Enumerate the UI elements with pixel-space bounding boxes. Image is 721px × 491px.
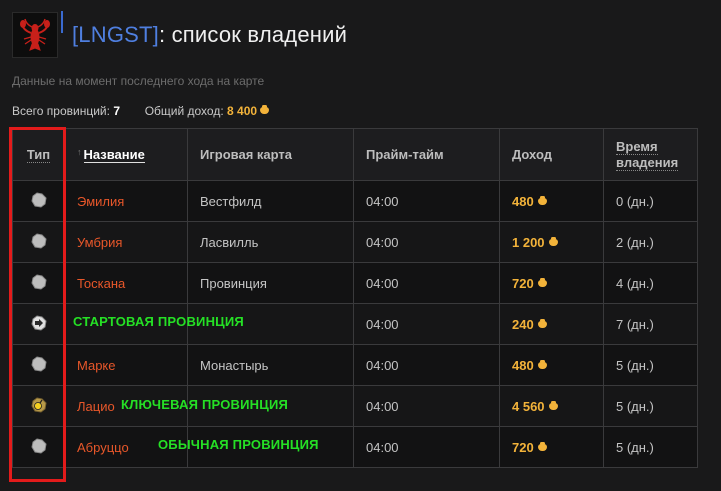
column-header-prime-time[interactable]: Прайм-тайм — [353, 128, 500, 181]
key-province-icon[interactable] — [30, 396, 48, 414]
type-cell — [12, 303, 65, 345]
normal-province-icon[interactable] — [30, 191, 48, 209]
type-cell — [12, 344, 65, 386]
type-cell — [12, 180, 65, 222]
gold-coin-icon — [260, 105, 270, 115]
type-cell — [12, 221, 65, 263]
clan-tag-link[interactable]: [LNGST] — [72, 22, 159, 47]
income-cell: 480 — [499, 344, 604, 386]
column-header-income[interactable]: Доход — [499, 128, 604, 181]
province-name-link[interactable]: Умбрия — [64, 221, 188, 263]
prime-time-cell: 04:00 — [353, 303, 500, 345]
income-cell: 1 200 — [499, 221, 604, 263]
provinces-table-container: Тип ↑ Название Игровая карта Прайм-тайм Д… — [12, 128, 698, 468]
ownership-time-cell: 4 (дн.) — [603, 262, 698, 304]
ownership-time-cell: 2 (дн.) — [603, 221, 698, 263]
normal-province-icon[interactable] — [30, 355, 48, 373]
column-header-ownership-time[interactable]: Время владения — [603, 128, 698, 181]
normal-province-icon[interactable] — [30, 232, 48, 250]
total-provinces-value: 7 — [113, 104, 120, 118]
income-cell: 240 — [499, 303, 604, 345]
start-province-annotation: СТАРТОВАЯ ПРОВИНЦИЯ — [73, 314, 244, 329]
summary-stats: Всего провинций: 7 Общий доход: 8 400 — [12, 104, 270, 118]
total-income-value: 8 400 — [227, 104, 258, 118]
normal-province-icon[interactable] — [30, 273, 48, 291]
game-map-cell: Ласвилль — [187, 221, 354, 263]
province-name-link[interactable]: Эмилия — [64, 180, 188, 222]
game-map-cell: Вестфилд — [187, 180, 354, 222]
income-cell: 720 — [499, 426, 604, 468]
ownership-time-cell: 7 (дн.) — [603, 303, 698, 345]
gold-coin-icon — [537, 359, 547, 369]
gold-coin-icon — [537, 318, 547, 328]
income-cell: 480 — [499, 180, 604, 222]
prime-time-cell: 04:00 — [353, 385, 500, 427]
ownership-time-cell: 5 (дн.) — [603, 344, 698, 386]
income-cell: 4 560 — [499, 385, 604, 427]
gold-coin-icon — [537, 277, 547, 287]
provinces-table: Тип ↑ Название Игровая карта Прайм-тайм Д… — [12, 128, 698, 468]
table-row[interactable]: Тоскана Провинция 04:00 720 4 (дн.) — [12, 262, 698, 304]
income-cell: 720 — [499, 262, 604, 304]
ownership-time-cell: 0 (дн.) — [603, 180, 698, 222]
clan-emblem[interactable] — [12, 11, 63, 58]
prime-time-cell: 04:00 — [353, 344, 500, 386]
province-name-link[interactable]: Марке — [64, 344, 188, 386]
type-cell — [12, 426, 65, 468]
table-row[interactable]: Умбрия Ласвилль 04:00 1 200 2 (дн.) — [12, 221, 698, 263]
type-cell — [12, 385, 65, 427]
prime-time-cell: 04:00 — [353, 221, 500, 263]
type-cell — [12, 262, 65, 304]
column-header-name[interactable]: ↑ Название — [64, 128, 188, 181]
prime-time-cell: 04:00 — [353, 426, 500, 468]
game-map-cell: Провинция — [187, 262, 354, 304]
data-timestamp-note: Данные на момент последнего хода на карт… — [12, 74, 265, 88]
total-provinces-label: Всего провинций: — [12, 104, 110, 118]
table-row[interactable]: Эмилия Вестфилд 04:00 480 0 (дн.) — [12, 180, 698, 222]
table-row[interactable]: Лацио 04:00 4 560 5 (дн.) — [12, 385, 698, 427]
normal-province-icon[interactable] — [30, 437, 48, 455]
page-header: [LNGST]: список владений — [12, 11, 347, 58]
table-row[interactable]: Марке Монастырь 04:00 480 5 (дн.) — [12, 344, 698, 386]
table-header-row: Тип ↑ Название Игровая карта Прайм-тайм Д… — [12, 128, 698, 181]
ownership-time-cell: 5 (дн.) — [603, 385, 698, 427]
normal-province-annotation: ОБЫЧНАЯ ПРОВИНЦИЯ — [158, 437, 319, 452]
gold-coin-icon — [548, 236, 558, 246]
prime-time-cell: 04:00 — [353, 262, 500, 304]
start-province-icon[interactable] — [30, 314, 48, 332]
key-province-annotation: КЛЮЧЕВАЯ ПРОВИНЦИЯ — [121, 397, 289, 412]
lobster-icon — [20, 18, 50, 51]
sort-arrow-icon: ↑ — [77, 147, 82, 157]
gold-coin-icon — [537, 441, 547, 451]
page-title: [LNGST]: список владений — [72, 22, 347, 48]
prime-time-cell: 04:00 — [353, 180, 500, 222]
table-row[interactable]: Абруццо 04:00 720 5 (дн.) — [12, 426, 698, 468]
column-header-map[interactable]: Игровая карта — [187, 128, 354, 181]
game-map-cell: Монастырь — [187, 344, 354, 386]
province-name-link[interactable]: Тоскана — [64, 262, 188, 304]
total-income-label: Общий доход: — [144, 104, 224, 118]
gold-coin-icon — [548, 400, 558, 410]
gold-coin-icon — [537, 195, 547, 205]
title-text: : список владений — [158, 22, 348, 47]
column-header-type[interactable]: Тип — [12, 128, 65, 181]
ownership-time-cell: 5 (дн.) — [603, 426, 698, 468]
